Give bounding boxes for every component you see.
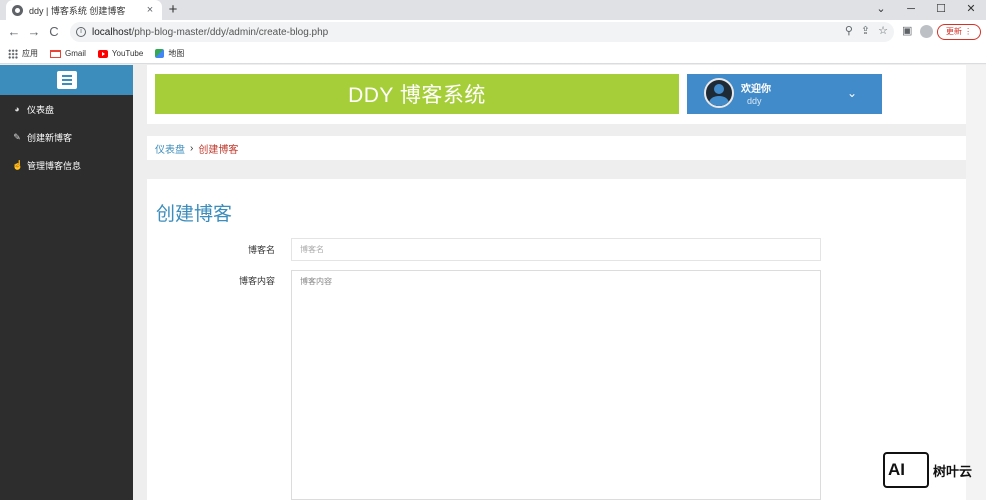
watermark-text: 树叶云 [933,463,973,479]
url-text: localhost/php-blog-master/ddy/admin/crea… [92,27,328,38]
sidebar-item-manage-blogs[interactable]: ☝ 管理博客信息 [0,151,133,179]
avatar [704,78,734,108]
address-bar[interactable]: i localhost/php-blog-master/ddy/admin/cr… [70,22,894,42]
pin-icon: ✎ [13,131,21,142]
sidebar: ◕ 仪表盘 ✎ 创建新博客 ☝ 管理博客信息 [0,65,133,500]
menu-toggle-button[interactable] [56,71,77,89]
star-icon[interactable]: ☆ [878,24,888,37]
youtube-icon [97,49,108,58]
side-panel-icon[interactable]: ▣ [902,24,912,37]
url-host: localhost [92,26,132,38]
close-tab-icon[interactable]: × [144,4,156,16]
sidebar-item-label: 仪表盘 [27,104,55,115]
tab-title: ddy | 博客系统 创建博客 [29,5,126,16]
watermark: AI 树叶云 [883,452,972,488]
blog-content-textarea[interactable] [291,270,821,500]
chevron-down-icon[interactable]: ⌄ [847,86,857,100]
sidebar-item-label: 管理博客信息 [27,160,82,171]
watermark-logo: AI [883,452,929,488]
welcome-text: 欢迎你 [741,84,771,95]
new-tab-button[interactable]: + [166,1,180,19]
username: ddy [747,96,762,106]
sidebar-header [0,65,133,95]
site-info-icon[interactable]: i [76,27,86,37]
blog-name-label: 博客名 [247,245,275,255]
bookmark-youtube[interactable]: YouTube [97,49,144,58]
breadcrumb: 仪表盘 › 创建博客 [147,136,966,160]
close-window-button[interactable]: ✕ [956,0,986,20]
right-gutter [966,65,986,500]
content-panel: 创建博客 博客名 博客内容 [147,179,966,500]
browser-tab[interactable]: ddy | 博客系统 创建博客 × [6,0,162,20]
update-button[interactable]: 更新 ⋮ [937,24,981,40]
url-path: /php-blog-master/ddy/admin/create-blog.p… [131,26,329,38]
forward-button[interactable]: → [26,23,42,41]
sidebar-item-label: 创建新博客 [27,132,73,143]
breadcrumb-separator-icon: › [190,142,194,154]
bookmark-label: 地图 [168,49,185,58]
gmail-icon [50,49,61,58]
browser-toolbar: ← → C i localhost/php-blog-master/ddy/ad… [0,20,986,44]
bookmark-label: 应用 [22,49,38,58]
browser-tabstrip: ddy | 博客系统 创建博客 × + ⌄ ─ ☐ ✕ [0,0,986,20]
blog-content-label: 博客内容 [238,276,275,286]
zoom-icon[interactable]: ⚲ [845,24,853,37]
breadcrumb-current: 创建博客 [198,144,239,156]
sidebar-item-dashboard[interactable]: ◕ 仪表盘 [0,95,133,123]
minimize-button[interactable]: ─ [896,0,926,20]
sidebar-item-create-blog[interactable]: ✎ 创建新博客 [0,123,133,151]
breadcrumb-home[interactable]: 仪表盘 [155,141,185,156]
bookmark-gmail[interactable]: Gmail [50,49,86,58]
tab-search-icon[interactable]: ⌄ [866,0,896,20]
globe-icon [12,4,23,16]
bookmark-apps[interactable]: 应用 [8,48,38,59]
bookmarks-bar: 应用 Gmail YouTube 地图 [0,44,986,64]
profile-avatar-icon[interactable] [920,25,933,38]
back-button[interactable]: ← [6,23,22,41]
blog-name-input[interactable] [291,238,821,261]
reload-button[interactable]: C [46,23,62,41]
bookmark-label: Gmail [65,49,86,58]
bookmark-maps[interactable]: 地图 [155,48,184,59]
header-panel: DDY 博客系统 欢迎你 ddy ⌄ [147,65,966,124]
maps-icon [155,49,165,58]
bookmark-label: YouTube [111,49,144,58]
dashboard-icon: ◕ [14,104,20,114]
user-menu[interactable]: 欢迎你 ddy ⌄ [687,74,882,114]
apps-icon [8,48,18,59]
thumbs-up-icon: ☝ [12,159,24,170]
maximize-button[interactable]: ☐ [926,0,956,20]
site-banner[interactable]: DDY 博客系统 [155,74,679,114]
page-title: 创建博客 [156,204,233,225]
share-icon[interactable]: ⇪ [861,24,870,37]
